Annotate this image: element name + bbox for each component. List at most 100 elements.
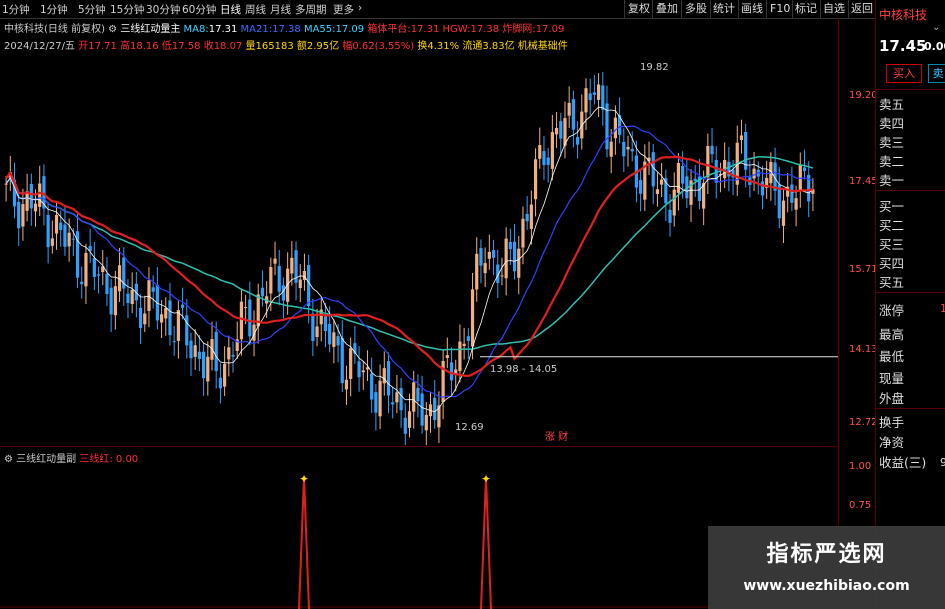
ind-y-tick-075: 0.75: [849, 500, 872, 511]
candle-body: [554, 127, 559, 135]
candle-body: [512, 241, 517, 272]
candle-body: [38, 183, 42, 207]
candle-body: [403, 417, 407, 434]
platform-label: 箱体平台:: [367, 24, 411, 35]
candle-body: [424, 414, 428, 431]
y-tick-1571: 15.71: [849, 264, 878, 275]
candle-body: [681, 165, 685, 184]
draw-line-button[interactable]: 画线: [741, 0, 763, 18]
y-tick-1413: 14.13: [849, 344, 878, 355]
tab-60min[interactable]: 60分钟: [182, 2, 216, 17]
mark-button[interactable]: 标记: [795, 0, 817, 18]
candle-body: [17, 201, 21, 229]
candle-body: [54, 214, 59, 234]
chevron-down-icon[interactable]: ›: [358, 2, 362, 14]
candle-body: [592, 92, 596, 95]
gear-icon[interactable]: ⚙: [108, 24, 120, 35]
candle-body: [151, 287, 155, 292]
candle-body: [370, 373, 374, 400]
sell-button[interactable]: 卖: [928, 64, 945, 83]
candle-body: [529, 204, 533, 229]
candle-body: [588, 93, 592, 101]
net-assets-label: 净资: [879, 435, 905, 450]
earnings-label: 收益(三): [879, 455, 927, 470]
candle-body: [164, 307, 168, 319]
ask3-label: 卖三: [879, 135, 905, 150]
platform-value: 17.31: [410, 24, 440, 35]
candle-body: [382, 368, 386, 384]
ohlc-info-line: 2024/12/27/五 开17.71 高18.16 低17.58 收18.07…: [4, 37, 568, 52]
candle-body: [533, 159, 538, 200]
candle-body: [802, 167, 807, 172]
candle-body: [361, 370, 365, 373]
tab-15min[interactable]: 15分钟: [110, 2, 144, 17]
candle-body: [622, 141, 626, 157]
candle-body: [521, 218, 525, 248]
candle-body: [790, 184, 794, 203]
candle-body: [231, 354, 235, 357]
kline-chart[interactable]: 19.82 12.69 13.98 - 14.05 涨 财: [0, 50, 838, 445]
candle-body: [33, 203, 38, 212]
candle-body: [130, 289, 134, 304]
candle-body: [412, 382, 416, 412]
tab-1min-b[interactable]: 1分钟: [40, 2, 68, 17]
ma8-label: MA8:: [183, 24, 209, 35]
tab-5min[interactable]: 5分钟: [78, 2, 106, 17]
candle-body: [340, 337, 344, 384]
chevron-down-icon[interactable]: ⌄: [932, 22, 940, 33]
candle-body: [378, 380, 382, 417]
breakout-value: 17.09: [535, 24, 565, 35]
tab-monthly[interactable]: 月线: [270, 2, 291, 17]
candle-body: [290, 257, 294, 274]
tab-daily[interactable]: 日线: [220, 2, 241, 17]
period-toolbar: 1分钟 1分钟 5分钟 15分钟 30分钟 60分钟 日线 周线 月线 多周期 …: [0, 0, 945, 19]
ma55-label: MA55:: [303, 24, 336, 35]
y-tick-1745: 17.45: [849, 176, 878, 187]
candle-body: [84, 252, 88, 287]
candle-body: [575, 137, 580, 145]
candle-body: [277, 265, 281, 292]
back-button[interactable]: 返回: [851, 0, 873, 18]
candle-body: [4, 183, 8, 185]
candle-body: [172, 341, 176, 343]
candle-body: [420, 393, 424, 426]
signal-spike-0: [298, 476, 310, 609]
tab-multi-period[interactable]: 多周期: [295, 2, 327, 17]
buy-button[interactable]: 买入: [886, 64, 922, 83]
signal-spike-1: [480, 476, 492, 609]
tab-weekly[interactable]: 周线: [245, 2, 266, 17]
candle-body: [227, 347, 231, 360]
candle-body: [462, 343, 466, 347]
candle-body: [63, 224, 67, 247]
candle-body: [538, 145, 542, 159]
candle-body: [542, 151, 546, 166]
candle-body: [302, 271, 307, 281]
y-tick-1920: 19.20: [849, 90, 878, 101]
multi-stock-button[interactable]: 多股: [685, 0, 707, 18]
tab-more[interactable]: 更多: [333, 2, 354, 17]
ask5-label: 卖五: [879, 97, 905, 112]
limit-up-value: 1: [940, 302, 945, 315]
candle-body: [546, 157, 550, 165]
candle-body: [500, 275, 504, 277]
statistics-button[interactable]: 统计: [713, 0, 735, 18]
candle-body: [609, 141, 613, 157]
hgw-label: HGW:: [442, 24, 471, 35]
restore-rights-button[interactable]: 复权: [628, 0, 650, 18]
candle-body: [470, 289, 475, 347]
ma21-value: 17.38: [272, 24, 301, 35]
candle-body: [479, 248, 483, 266]
f10-button[interactable]: F10: [770, 0, 790, 18]
overlay-button[interactable]: 叠加: [656, 0, 678, 18]
day-low-label: 最低: [879, 349, 905, 364]
candle-body: [185, 315, 189, 346]
candle-body: [584, 88, 588, 113]
tab-30min[interactable]: 30分钟: [146, 2, 180, 17]
tab-1min-a[interactable]: 1分钟: [2, 2, 30, 17]
candle-body: [168, 300, 172, 336]
candle-body: [630, 148, 634, 152]
indicator-name[interactable]: 三线红动量主: [120, 24, 180, 35]
watchlist-button[interactable]: 自选: [823, 0, 845, 18]
candle-body: [201, 351, 206, 379]
candle-body: [567, 102, 571, 116]
